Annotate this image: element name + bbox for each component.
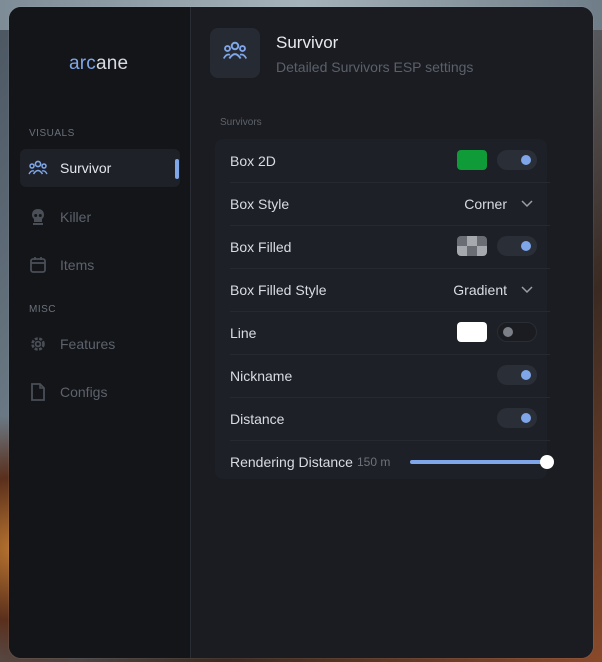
setting-row-box-2d: Box 2D bbox=[230, 139, 550, 183]
setting-label: Distance bbox=[230, 410, 285, 427]
box-style-dropdown[interactable]: Corner bbox=[464, 182, 533, 225]
sidebar-item-configs[interactable]: Configs bbox=[20, 373, 180, 411]
toggle-knob bbox=[521, 241, 531, 251]
toggle-knob bbox=[503, 327, 513, 337]
toggle-knob bbox=[521, 413, 531, 423]
sidebar-item-items[interactable]: Items bbox=[20, 246, 180, 284]
chevron-down-icon bbox=[521, 281, 533, 299]
sidebar-item-features[interactable]: Features bbox=[20, 325, 180, 363]
users-icon bbox=[28, 158, 48, 178]
setting-row-box-style: Box Style Corner bbox=[230, 182, 550, 226]
main-content: Survivor Detailed Survivors ESP settings… bbox=[190, 7, 593, 658]
page-subtitle: Detailed Survivors ESP settings bbox=[276, 59, 474, 75]
chevron-down-icon bbox=[521, 195, 533, 213]
toggle-knob bbox=[521, 370, 531, 380]
slider-track[interactable] bbox=[410, 460, 548, 464]
header-icon-box bbox=[210, 28, 260, 78]
sidebar-item-survivor[interactable]: Survivor bbox=[20, 149, 180, 187]
setting-row-nickname: Nickname bbox=[230, 354, 550, 398]
toggle-switch[interactable] bbox=[497, 236, 537, 256]
settings-panel: Box 2D Box Style Corner Box Filled Box F… bbox=[215, 139, 554, 479]
setting-row-box-filled: Box Filled bbox=[230, 225, 550, 269]
setting-label: Box Filled bbox=[230, 238, 292, 255]
sidebar-item-label: Features bbox=[60, 336, 116, 352]
setting-label: Box 2D bbox=[230, 152, 276, 169]
setting-row-rendering-distance: Rendering Distance 150 m bbox=[230, 440, 554, 483]
sidebar-item-label: Survivor bbox=[60, 160, 112, 176]
app-window: arcane VISUALS Survivor Killer Items MIS… bbox=[9, 7, 593, 658]
slider-value: 150 m bbox=[356, 454, 391, 469]
section-title-misc: MISC bbox=[29, 304, 56, 315]
logo-prefix: arc bbox=[69, 53, 96, 74]
dropdown-value: Gradient bbox=[453, 281, 507, 298]
calendar-icon bbox=[28, 255, 48, 275]
setting-row-box-filled-style: Box Filled Style Gradient bbox=[230, 268, 550, 312]
slider-thumb[interactable] bbox=[540, 455, 554, 469]
toggle-switch[interactable] bbox=[497, 322, 537, 342]
gear-icon bbox=[28, 334, 48, 354]
box-filled-style-dropdown[interactable]: Gradient bbox=[453, 268, 533, 311]
skull-icon bbox=[28, 207, 48, 227]
setting-row-distance: Distance bbox=[230, 397, 550, 441]
sidebar-item-label: Configs bbox=[60, 384, 108, 400]
toggle-switch[interactable] bbox=[497, 408, 537, 428]
setting-label: Box Style bbox=[230, 195, 290, 212]
toggle-knob bbox=[521, 155, 531, 165]
active-indicator bbox=[175, 159, 179, 179]
color-swatch[interactable] bbox=[457, 322, 487, 342]
section-title-visuals: VISUALS bbox=[29, 128, 75, 139]
setting-label: Line bbox=[230, 324, 257, 341]
group-label: Survivors bbox=[220, 117, 262, 128]
app-logo: arcane bbox=[69, 53, 128, 75]
logo-suffix: ane bbox=[96, 53, 129, 74]
dropdown-value: Corner bbox=[464, 195, 507, 212]
setting-row-line: Line bbox=[230, 311, 550, 355]
toggle-switch[interactable] bbox=[497, 365, 537, 385]
setting-label: Box Filled Style bbox=[230, 281, 327, 298]
page-title: Survivor bbox=[276, 33, 339, 52]
sidebar-item-label: Items bbox=[60, 257, 95, 273]
color-swatch[interactable] bbox=[457, 236, 487, 256]
users-icon bbox=[222, 41, 248, 66]
setting-label: Rendering Distance bbox=[230, 453, 353, 470]
file-icon bbox=[28, 382, 48, 402]
sidebar-item-label: Killer bbox=[60, 209, 92, 225]
color-swatch[interactable] bbox=[457, 150, 487, 170]
setting-label: Nickname bbox=[230, 367, 293, 384]
sidebar: arcane VISUALS Survivor Killer Items MIS… bbox=[9, 7, 190, 658]
toggle-switch[interactable] bbox=[497, 150, 537, 170]
sidebar-item-killer[interactable]: Killer bbox=[20, 198, 180, 236]
